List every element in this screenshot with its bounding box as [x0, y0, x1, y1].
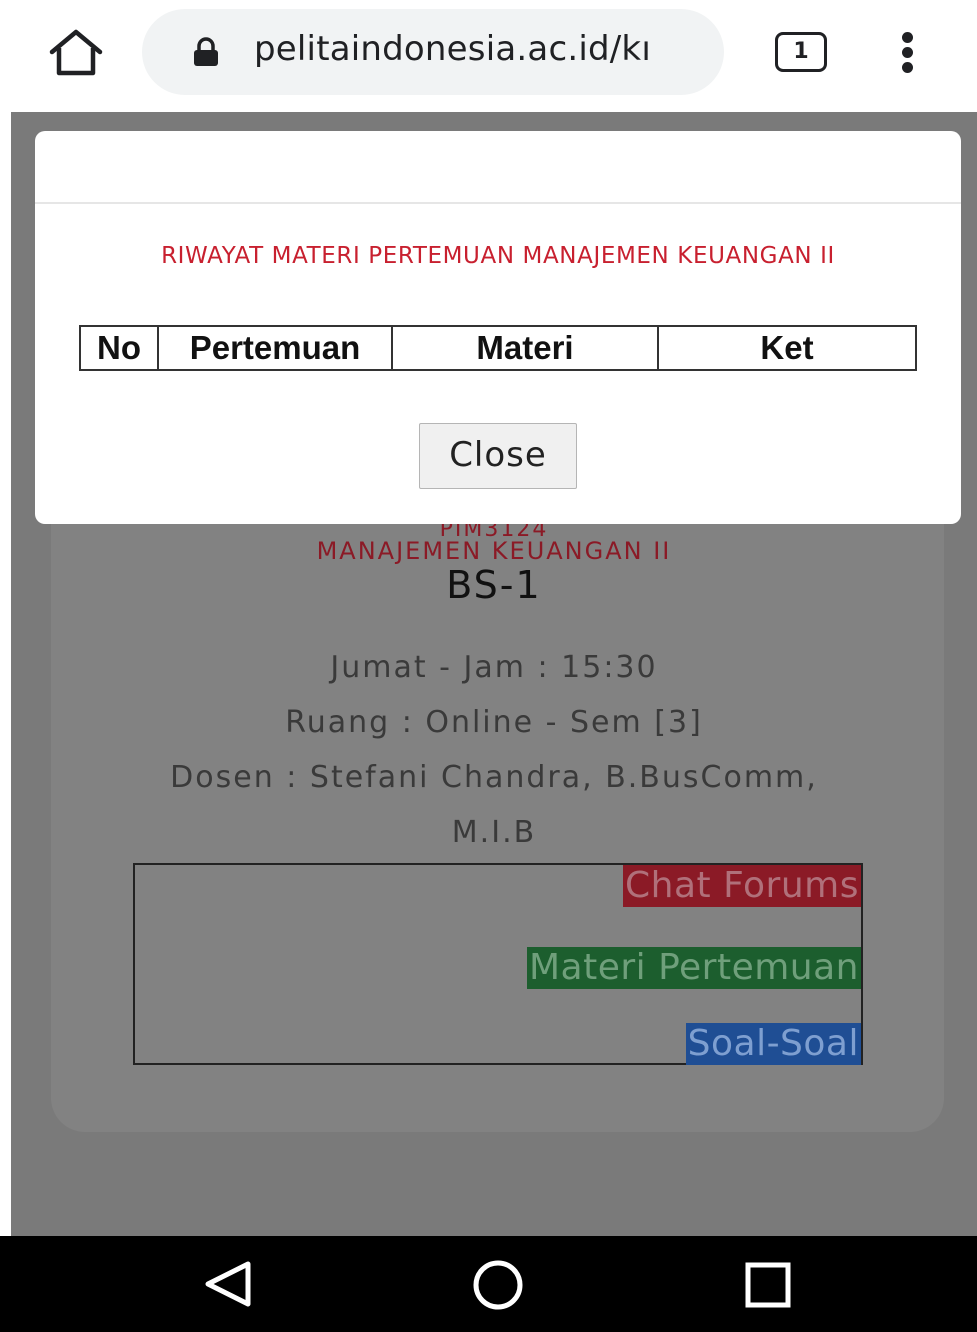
- lock-icon: [192, 37, 220, 67]
- room-text: Ruang : Online - Sem [3]: [285, 705, 703, 740]
- history-table: No Pertemuan Materi Ket: [79, 325, 917, 371]
- url-bar[interactable]: pelitaindonesia.ac.id/kı: [142, 9, 724, 95]
- materi-pertemuan-link[interactable]: Materi Pertemuan: [526, 947, 861, 989]
- column-header-no: No: [79, 325, 159, 371]
- url-text: pelitaindonesia.ac.id/kı: [254, 29, 651, 69]
- more-vert-icon[interactable]: [896, 32, 920, 74]
- lecturer-text: Dosen : Stefani Chandra, B.BusComm,: [170, 760, 818, 795]
- close-button[interactable]: Close: [419, 423, 577, 489]
- schedule-text: Jumat - Jam : 15:30: [330, 650, 658, 685]
- home-circle-icon[interactable]: [472, 1259, 524, 1311]
- course-name: MANAJEMEN KEUANGAN II: [316, 537, 672, 565]
- tab-switcher-button[interactable]: 1: [775, 32, 827, 72]
- home-icon[interactable]: [48, 28, 104, 78]
- back-icon[interactable]: [200, 1260, 260, 1308]
- column-header-pertemuan: Pertemuan: [157, 325, 393, 371]
- column-header-materi: Materi: [391, 325, 659, 371]
- course-links-box: Chat Forums Materi Pertemuan Soal-Soal: [133, 863, 863, 1065]
- browser-toolbar: pelitaindonesia.ac.id/kı 1: [0, 0, 977, 108]
- table-header-row: No Pertemuan Materi Ket: [79, 325, 917, 371]
- history-modal: RIWAYAT MATERI PERTEMUAN MANAJEMEN KEUAN…: [35, 131, 961, 524]
- soal-soal-link[interactable]: Soal-Soal: [685, 1023, 861, 1065]
- lecturer-text-continued: M.I.B: [451, 815, 537, 850]
- modal-title: RIWAYAT MATERI PERTEMUAN MANAJEMEN KEUAN…: [161, 243, 835, 269]
- chat-forums-link[interactable]: Chat Forums: [623, 865, 861, 907]
- modal-header: [35, 131, 961, 204]
- class-name: BS-1: [446, 563, 542, 607]
- android-nav-bar: [0, 1236, 977, 1332]
- recents-icon[interactable]: [745, 1262, 791, 1308]
- column-header-ket: Ket: [657, 325, 917, 371]
